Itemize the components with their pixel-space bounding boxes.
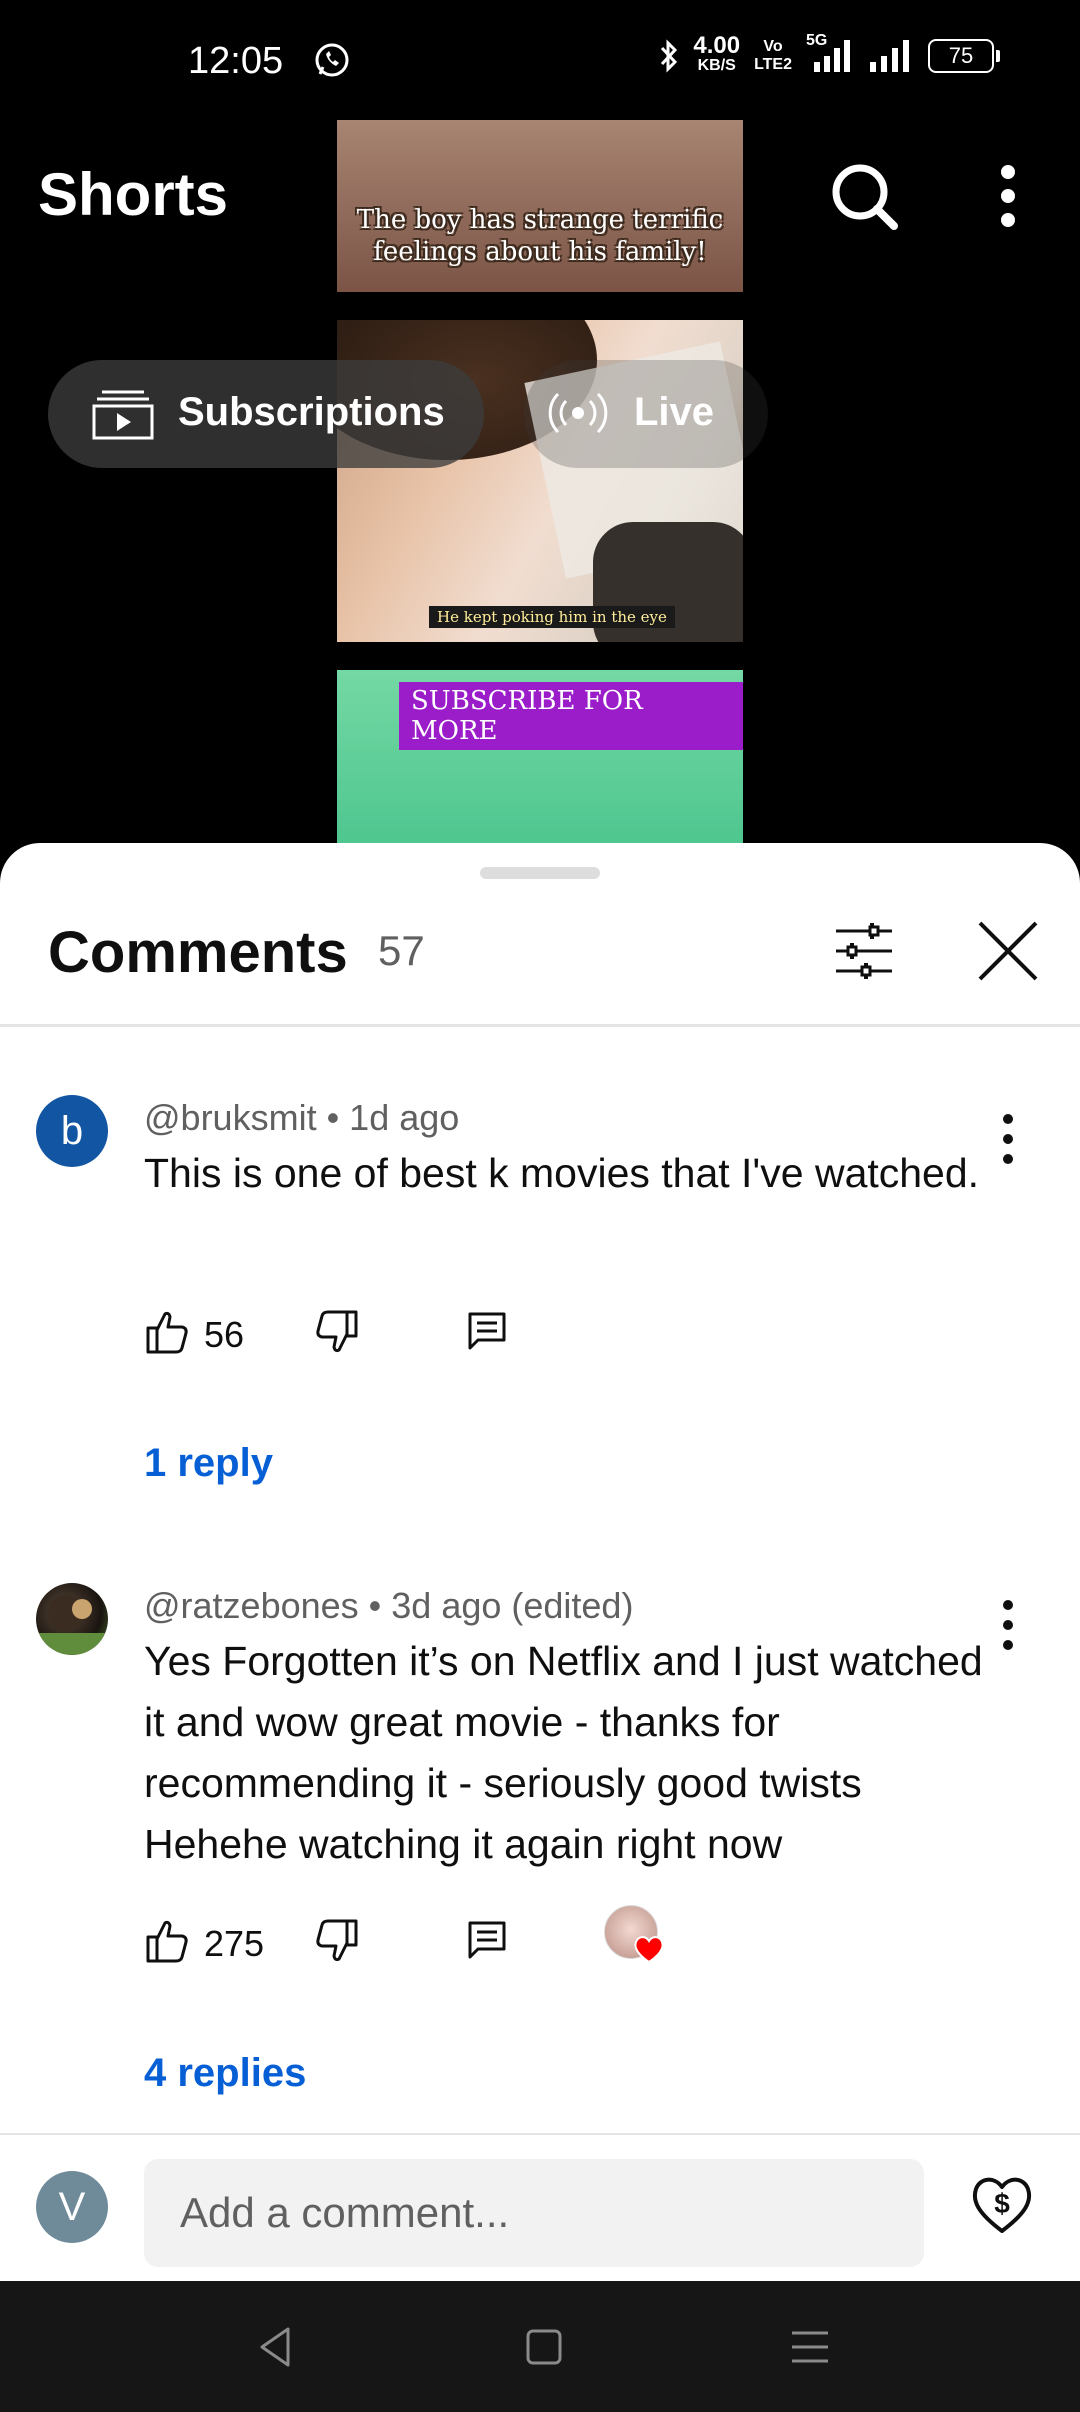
whatsapp-icon <box>315 43 349 77</box>
avatar[interactable]: b <box>36 1095 108 1167</box>
add-comment-placeholder: Add a comment... <box>180 2189 510 2236</box>
video-caption-subscribe: SUBSCRIBE FOR MORE <box>399 682 743 750</box>
recents-icon[interactable] <box>786 2323 834 2371</box>
signal-icon <box>870 40 909 72</box>
dislike-icon[interactable] <box>312 1308 360 1356</box>
signal-5g-icon: 5G <box>806 32 854 74</box>
comment-more-icon[interactable] <box>990 1595 1026 1655</box>
video-caption-middle: He kept poking him in the eye <box>429 606 675 628</box>
close-icon[interactable] <box>970 913 1046 989</box>
video-frame-top[interactable]: The boy has strange terrific feelings ab… <box>337 120 743 292</box>
back-icon[interactable] <box>252 2323 300 2371</box>
sort-filter-icon[interactable] <box>828 915 900 987</box>
subscriptions-icon <box>92 390 154 440</box>
home-icon[interactable] <box>520 2323 568 2371</box>
heart-icon <box>634 1936 664 1964</box>
comment-meta[interactable]: @ratzebones • 3d ago (edited) <box>144 1585 633 1627</box>
live-chip-label: Live <box>634 390 715 434</box>
subscriptions-chip-label: Subscriptions <box>178 390 445 434</box>
live-icon <box>548 392 608 434</box>
comments-count: 57 <box>378 927 425 974</box>
creator-heart-badge <box>604 1905 668 1969</box>
comments-sheet: Comments 57 b @bruksmit • 1d ago This is… <box>0 843 1080 2281</box>
header-divider <box>0 1024 1080 1027</box>
battery-icon: 75 <box>928 39 1000 73</box>
view-replies-link[interactable]: 1 reply <box>144 1441 273 1486</box>
search-icon[interactable] <box>824 156 904 236</box>
view-replies-link[interactable]: 4 replies <box>144 2051 306 2096</box>
like-count: 56 <box>204 1314 245 1355</box>
drag-handle[interactable] <box>480 867 600 879</box>
feed-chips: Subscriptions Live <box>48 360 768 468</box>
comment-text: Yes Forgotten it’s on Netflix and I just… <box>144 1638 983 1867</box>
comment-text: This is one of best k movies that I've w… <box>144 1150 980 1196</box>
video-frame-bottom[interactable]: SUBSCRIBE FOR MORE <box>337 670 743 845</box>
page-title: Shorts <box>38 161 229 228</box>
net-speed: 4.00 KB/S <box>693 32 741 75</box>
status-icons: 4.00 KB/S Vo LTE2 5G 75 <box>659 32 1000 76</box>
avatar[interactable] <box>36 1583 108 1655</box>
comment-meta[interactable]: @bruksmit • 1d ago <box>144 1097 459 1139</box>
add-comment-bar: V Add a comment... $ <box>0 2133 1080 2281</box>
comments-title: Comments <box>48 920 348 985</box>
reply-icon[interactable] <box>466 1310 508 1352</box>
my-avatar: V <box>36 2171 108 2243</box>
system-nav-bar <box>0 2281 1080 2412</box>
like-count: 275 <box>204 1923 265 1964</box>
reply-icon[interactable] <box>466 1919 508 1961</box>
svg-text:$: $ <box>994 2188 1010 2219</box>
comment-actions: 56 <box>144 1308 704 1368</box>
video-caption-top: The boy has strange terrific feelings ab… <box>356 205 724 267</box>
subscriptions-chip[interactable]: Subscriptions <box>48 360 484 468</box>
live-chip[interactable]: Live <box>524 360 768 468</box>
bluetooth-icon <box>661 39 678 73</box>
comment-actions: 275 <box>144 1905 704 1977</box>
user-photo <box>36 1595 108 1655</box>
comment-more-icon[interactable] <box>990 1109 1026 1169</box>
super-thanks-icon[interactable]: $ <box>966 2167 1038 2239</box>
add-comment-input[interactable]: Add a comment... <box>144 2159 924 2267</box>
status-time: 12:05 <box>188 40 284 82</box>
more-options-icon[interactable] <box>968 156 1048 236</box>
dislike-icon[interactable] <box>312 1917 360 1965</box>
like-icon[interactable] <box>144 1917 192 1965</box>
volte-indicator: Vo LTE2 <box>754 38 792 73</box>
status-bar: 12:05 4.00 KB/S Vo LTE2 5G 75 <box>0 0 1080 120</box>
like-icon[interactable] <box>144 1308 192 1356</box>
